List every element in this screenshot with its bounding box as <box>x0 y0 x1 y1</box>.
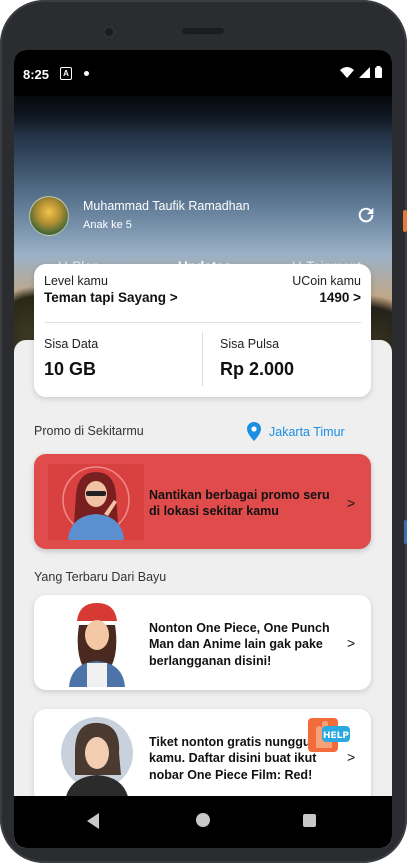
avatar[interactable] <box>29 196 69 236</box>
ucoin-link[interactable]: 1490 > <box>319 290 361 305</box>
front-camera <box>102 25 116 39</box>
system-navigation-bar <box>14 796 392 848</box>
promo-illustration <box>48 464 144 540</box>
recent-apps-icon[interactable] <box>303 814 316 827</box>
location-pin-icon <box>247 422 261 441</box>
news-card-text: Nonton One Piece, One Punch Man dan Anim… <box>149 621 330 668</box>
location-selector[interactable]: Jakarta Timur <box>247 422 345 441</box>
data-value: 10 GB <box>44 359 97 379</box>
cell-signal-icon <box>359 66 370 78</box>
news-illustration <box>61 717 133 801</box>
side-button <box>403 210 407 232</box>
promo-card[interactable]: Nantikan berbagai promo seru di lokasi s… <box>34 454 371 549</box>
level-label: Level kamu <box>44 274 108 288</box>
notification-icon: A <box>60 67 72 80</box>
promo-card-text: Nantikan berbagai promo seru di lokasi s… <box>149 488 330 519</box>
home-icon[interactable] <box>196 813 210 827</box>
divider <box>202 332 203 386</box>
battery-icon <box>375 66 382 78</box>
chevron-right-icon: > <box>347 495 356 511</box>
chevron-right-icon: > <box>347 635 356 651</box>
pulsa-label: Sisa Pulsa <box>220 337 280 351</box>
status-time: 8:25 <box>23 67 50 82</box>
wifi-icon <box>340 66 354 78</box>
location-label: Jakarta Timur <box>269 424 345 439</box>
level-link[interactable]: Teman tapi Sayang > <box>44 290 178 305</box>
phone-frame: 8:25 A Muhammad Taufik Ramadhan Anak ke … <box>0 0 407 863</box>
speaker <box>182 28 224 34</box>
help-label: HELP <box>323 731 349 741</box>
notification-dot-icon <box>84 71 89 76</box>
news-illustration <box>69 603 125 687</box>
promo-section-title: Promo di Sekitarmu <box>34 424 144 438</box>
status-bar: 8:25 A <box>14 50 392 96</box>
account-summary-card: Level kamu Teman tapi Sayang > UCoin kam… <box>34 264 371 397</box>
ucoin-label: UCoin kamu <box>292 274 361 288</box>
refresh-icon[interactable] <box>355 204 377 226</box>
pulsa-value: Rp 2.000 <box>220 359 295 379</box>
divider <box>45 322 361 323</box>
help-button[interactable]: HELP <box>304 712 352 760</box>
profile-subtitle: Anak ke 5 <box>83 219 132 231</box>
status-icons <box>340 66 382 78</box>
news-card[interactable]: Nonton One Piece, One Punch Man dan Anim… <box>34 595 371 690</box>
hero-shadow <box>14 96 392 136</box>
updates-section-title: Yang Terbaru Dari Bayu <box>34 570 167 584</box>
profile-name: Muhammad Taufik Ramadhan <box>83 199 250 213</box>
data-label: Sisa Data <box>44 337 99 351</box>
back-icon[interactable] <box>87 813 99 829</box>
screen: 8:25 A Muhammad Taufik Ramadhan Anak ke … <box>14 50 392 848</box>
